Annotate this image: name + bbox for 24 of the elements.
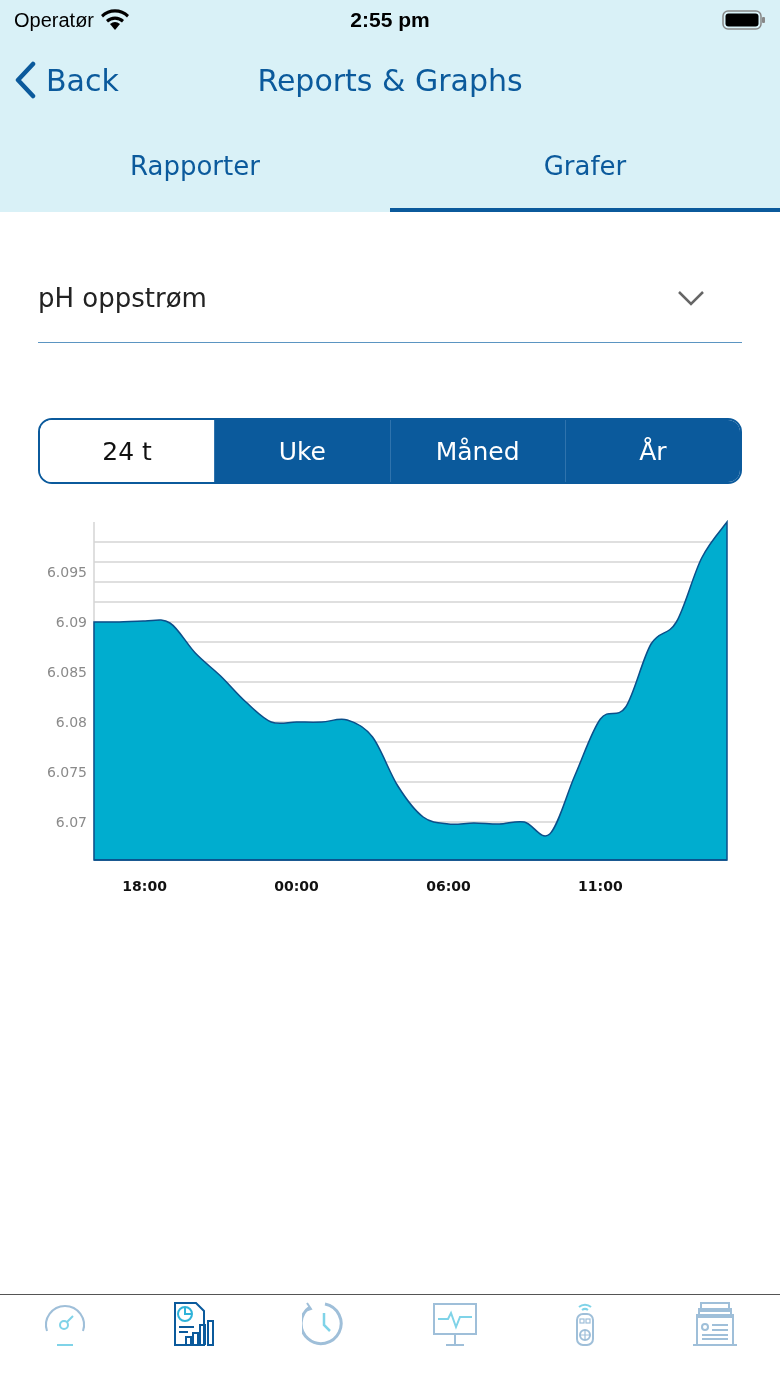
y-tick-label: 6.085	[46, 664, 87, 680]
sensor-dropdown[interactable]: pH oppstrøm	[38, 278, 742, 343]
y-tick-label: 6.09	[55, 614, 87, 630]
wifi-icon	[100, 9, 131, 31]
tab[interactable]: Grafer	[390, 120, 780, 212]
screen-title: Reports & Graphs	[257, 62, 523, 98]
x-tick-label: 18:00	[122, 878, 167, 894]
back-chevron-icon	[14, 61, 36, 99]
chevron-down-icon	[676, 289, 706, 307]
x-tick-label: 11:00	[578, 878, 623, 894]
period-segment[interactable]: Måned	[389, 420, 565, 482]
carrier-name: Operatør	[14, 8, 95, 32]
back-button[interactable]: Back	[14, 61, 119, 99]
x-tick-label: 00:00	[274, 878, 319, 894]
clock-time: 2:55 pm	[350, 8, 430, 32]
y-tick-label: 6.075	[46, 764, 87, 780]
y-tick-label: 6.095	[46, 564, 87, 580]
y-tick-label: 6.08	[55, 714, 87, 730]
tab[interactable]: Rapporter	[0, 120, 390, 212]
y-tick-label: 6.07	[55, 814, 87, 830]
x-tick-label: 06:00	[426, 878, 471, 894]
period-segment[interactable]: År	[564, 420, 740, 482]
battery-icon	[722, 9, 766, 31]
period-segment[interactable]: Uke	[214, 420, 390, 482]
